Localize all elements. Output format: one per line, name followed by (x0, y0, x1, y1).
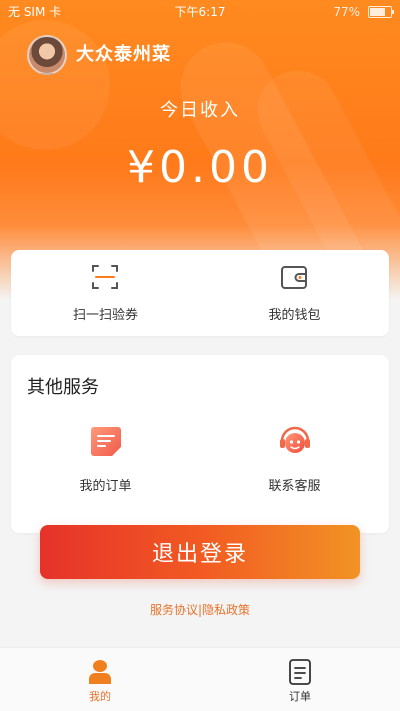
contact-service-button[interactable]: 联系客服 (200, 419, 389, 499)
my-orders-label: 我的订单 (79, 479, 132, 494)
tab-orders[interactable]: 订单 (200, 648, 400, 711)
battery-indicator: 77% (333, 0, 394, 24)
order-icon (91, 427, 121, 456)
scan-voucher-label: 扫一扫验券 (72, 308, 138, 323)
section-title: 其他服务 (27, 377, 99, 398)
avatar[interactable] (27, 35, 67, 75)
wallet-label: 我的钱包 (268, 308, 321, 323)
customer-service-icon (280, 426, 310, 453)
tab-mine-label: 我的 (89, 690, 111, 703)
scan-voucher-button[interactable]: 扫一扫验券 (11, 250, 200, 336)
service-agreement-link[interactable]: 服务协议 (150, 603, 198, 617)
policy-links: 服务协议|隐私政策 (0, 601, 400, 618)
logout-button[interactable]: 退出登录 (40, 525, 360, 579)
tab-mine[interactable]: 我的 (0, 648, 200, 711)
privacy-policy-link[interactable]: 隐私政策 (202, 603, 250, 617)
status-bar: 无 SIM 卡 下午6:17 77% (0, 0, 400, 24)
bottom-tab-bar: 我的 订单 (0, 647, 400, 711)
orders-tab-icon (289, 659, 311, 685)
quick-actions-card: 扫一扫验券 我的钱包 (11, 250, 389, 336)
income-amount: ¥0.00 (127, 142, 273, 193)
tab-orders-label: 订单 (289, 690, 311, 703)
shop-name: 大众泰州菜 (76, 44, 171, 65)
wallet-icon (281, 266, 307, 289)
scan-icon (92, 265, 118, 289)
profile-icon (89, 660, 111, 684)
battery-icon (368, 6, 394, 18)
income-label: 今日收入 (160, 100, 240, 121)
other-services-card: 其他服务 我的订单 联系客服 (11, 355, 389, 533)
contact-service-label: 联系客服 (268, 479, 321, 494)
my-orders-button[interactable]: 我的订单 (11, 419, 200, 499)
wallet-button[interactable]: 我的钱包 (200, 250, 389, 336)
battery-percent: 77% (333, 5, 360, 19)
